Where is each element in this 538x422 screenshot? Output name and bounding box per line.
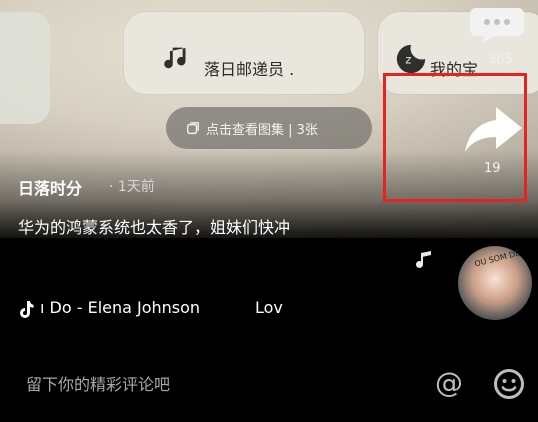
video-feed-screen: 落日邮递员 . z 我的宝 点击查看图集 | 3张 365 19 日落时分 · … — [0, 0, 538, 422]
share-arrow-icon[interactable] — [462, 104, 524, 154]
post-caption: 华为的鸿蒙系统也太香了，姐妹们快冲 — [18, 218, 291, 237]
gallery-label: 点击查看图集 | 3张 — [206, 123, 318, 138]
emoji-icon[interactable] — [493, 368, 525, 400]
at-mention-icon[interactable]: @ — [435, 366, 463, 399]
floating-note-icon — [416, 250, 431, 268]
gallery-button[interactable]: 点击查看图集 | 3张 — [166, 107, 372, 149]
song-title-next: Lov — [255, 298, 283, 317]
comment-input[interactable]: 留下你的精彩评论吧 — [26, 371, 170, 395]
post-timestamp: · 1天前 — [109, 179, 155, 195]
more-count: 365 — [488, 52, 513, 67]
tiktok-note-icon — [20, 301, 34, 318]
share-count: 19 — [484, 161, 501, 176]
album-disc[interactable]: OU SOM DE — [458, 246, 532, 320]
image-card-left — [0, 12, 50, 124]
album-art — [475, 263, 515, 303]
music-note-icon — [164, 47, 186, 69]
author-name[interactable]: 日落时分 — [18, 175, 82, 199]
music-pill-label: 落日邮递员 . — [204, 60, 295, 79]
more-button[interactable] — [468, 2, 526, 50]
music-pill[interactable]: 落日邮递员 . — [124, 12, 364, 94]
svg-text:z: z — [405, 52, 411, 66]
music-ticker[interactable]: ı Do - Elena Johnson Lov — [18, 298, 288, 324]
gallery-icon — [187, 122, 199, 135]
song-title: ı Do - Elena Johnson — [40, 298, 201, 317]
sleep-z-icon: z — [396, 44, 426, 74]
